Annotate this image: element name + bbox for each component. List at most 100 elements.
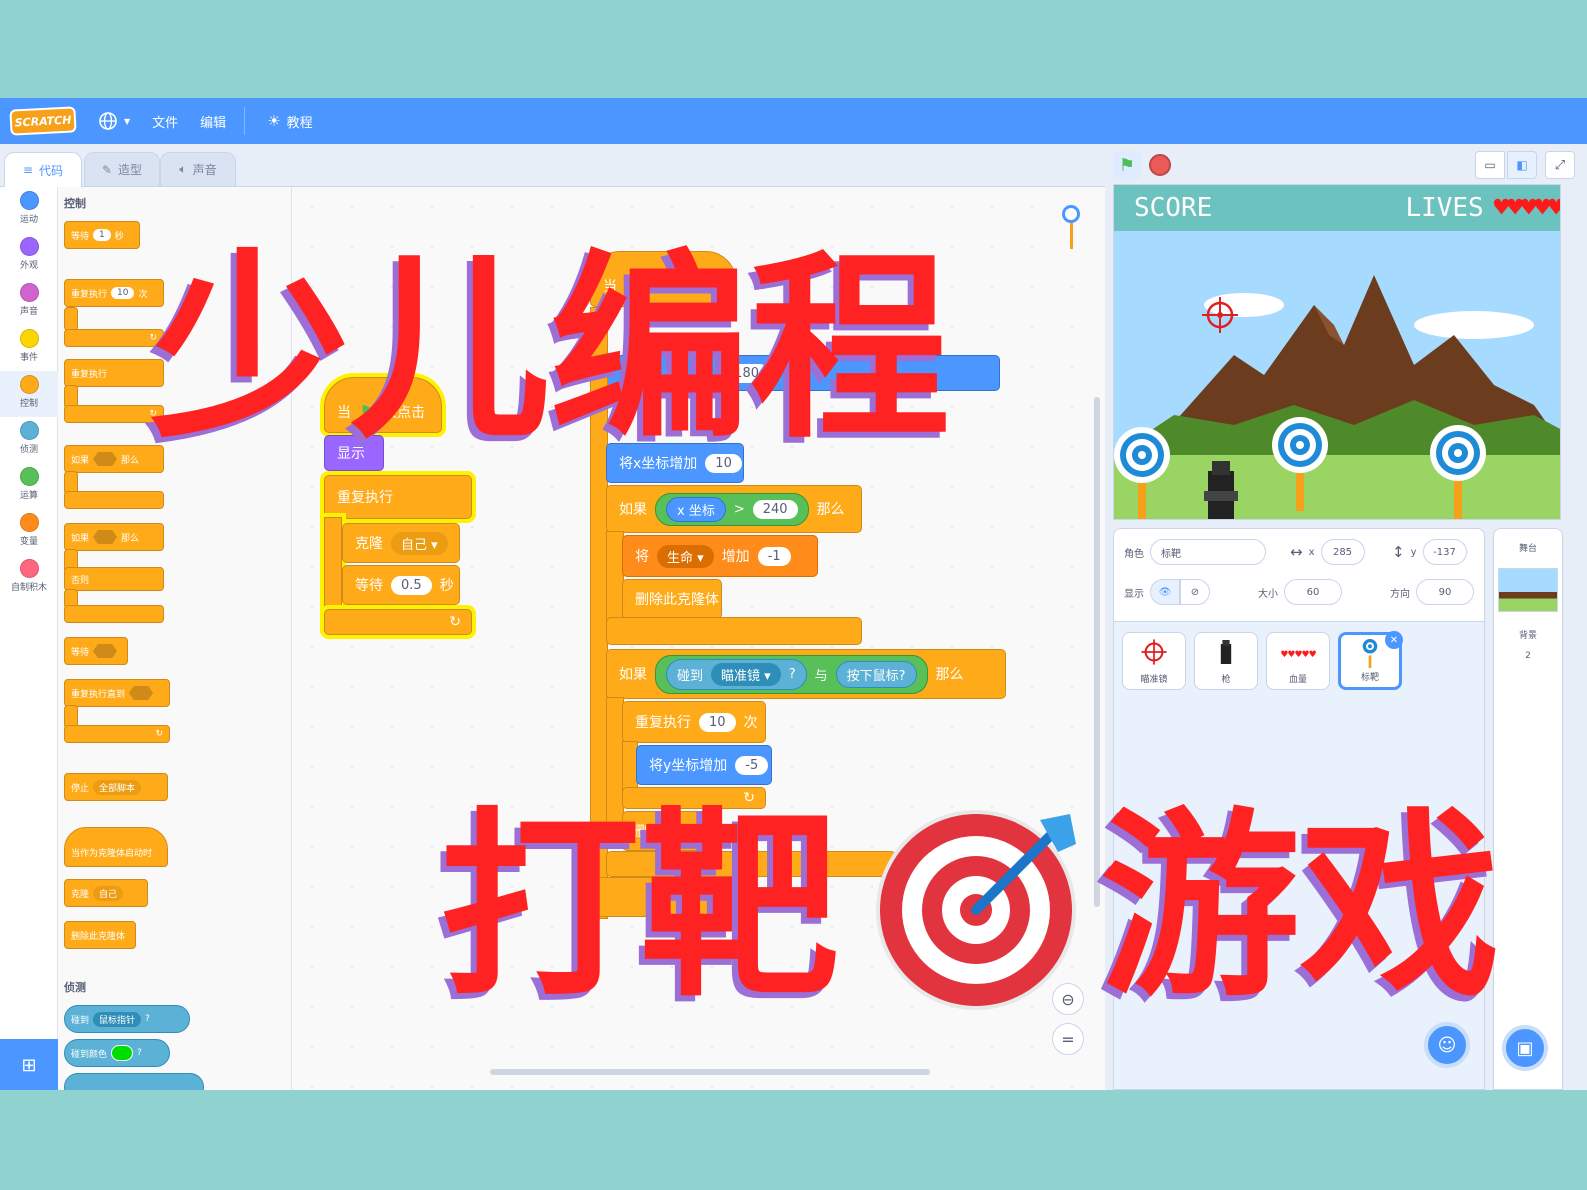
compare-input[interactable]: 240 bbox=[752, 499, 798, 519]
touching-reporter[interactable]: 碰到 瞄准镜 ▾? bbox=[666, 658, 807, 690]
stage-canvas[interactable]: SCORE LIVES ♥♥♥♥♥ bbox=[1113, 184, 1561, 520]
green-flag-button[interactable]: ⚑ bbox=[1113, 151, 1141, 179]
sprite-name-input[interactable]: 标靶 bbox=[1150, 539, 1266, 565]
change-y-input[interactable]: -5 bbox=[735, 755, 769, 775]
large-stage-button[interactable]: ◧ bbox=[1507, 151, 1537, 179]
category-sound[interactable]: 声音 bbox=[0, 279, 58, 325]
show-visible-button[interactable]: 👁︎ bbox=[1150, 579, 1180, 605]
color-swatch[interactable] bbox=[111, 1045, 134, 1061]
block-repeat[interactable]: 重复执行 10 次 bbox=[64, 279, 164, 307]
boolean-slot[interactable] bbox=[93, 530, 118, 544]
block-create-clone[interactable]: 克隆 自己 bbox=[64, 879, 148, 907]
greater-than-operator[interactable]: x 坐标 >240 bbox=[655, 492, 809, 526]
show-hidden-button[interactable]: ⊘ bbox=[1180, 579, 1210, 605]
block-stop[interactable]: 停止 全部脚本 bbox=[64, 773, 168, 801]
sprite-tile-crosshair[interactable]: 瞄准镜 bbox=[1122, 632, 1186, 690]
size-input[interactable]: 60 bbox=[1284, 579, 1342, 605]
stop-button[interactable] bbox=[1149, 154, 1171, 176]
category-control[interactable]: 控制 bbox=[0, 371, 58, 417]
block-delete-clone[interactable]: 删除此克隆体 bbox=[64, 921, 136, 949]
add-extension-button[interactable]: ⊞ bbox=[0, 1039, 58, 1090]
variable-dropdown[interactable]: 生命 ▾ bbox=[657, 544, 714, 568]
category-variables[interactable]: 变量 bbox=[0, 509, 58, 555]
if-x-block[interactable]: 如果 x 坐标 >240 那么 bbox=[606, 485, 862, 533]
sprite-tile-gun[interactable]: 枪 bbox=[1194, 632, 1258, 690]
edit-menu[interactable]: 编辑 bbox=[200, 112, 226, 131]
target-sprite[interactable] bbox=[1270, 411, 1330, 511]
when-flag-clicked-block[interactable]: 当 ⚑ 被点击 bbox=[324, 377, 442, 433]
boolean-slot[interactable] bbox=[93, 452, 118, 466]
gun-sprite[interactable] bbox=[1196, 461, 1246, 520]
tab-sounds[interactable]: 🔈︎ 声音 bbox=[160, 152, 236, 186]
add-backdrop-button[interactable]: ▣ bbox=[1502, 1025, 1548, 1071]
delete-sprite-button[interactable]: ✕ bbox=[1385, 631, 1403, 649]
touching-dropdown[interactable]: 瞄准镜 ▾ bbox=[711, 662, 781, 686]
block-input[interactable]: 1 bbox=[93, 229, 111, 241]
and-operator[interactable]: 碰到 瞄准镜 ▾? 与 按下鼠标? bbox=[655, 654, 928, 694]
target-sprite[interactable] bbox=[1113, 421, 1172, 520]
touching-dropdown[interactable]: 鼠标指针 bbox=[93, 1011, 142, 1027]
category-motion[interactable]: 运动 bbox=[0, 187, 58, 233]
direction-input[interactable]: 90 bbox=[1416, 579, 1474, 605]
clone-dropdown[interactable]: 自己 ▾ bbox=[391, 531, 448, 555]
y-input[interactable]: -137 bbox=[1422, 539, 1467, 565]
wait-input[interactable]: 0.5 bbox=[391, 575, 432, 595]
block-touching-color[interactable]: 碰到颜色? bbox=[64, 1039, 170, 1067]
target-reset-icon[interactable] bbox=[1062, 205, 1080, 249]
change-x-block[interactable]: 将x坐标增加 10 bbox=[606, 443, 744, 483]
boolean-slot[interactable] bbox=[93, 644, 118, 658]
vertical-scrollbar[interactable] bbox=[1094, 397, 1100, 907]
tab-code[interactable]: ≡ 代码 bbox=[4, 152, 82, 187]
goto-block[interactable]: 180 bbox=[590, 355, 1000, 391]
crosshair-sprite[interactable] bbox=[1200, 295, 1240, 335]
block-color-touching-color[interactable] bbox=[64, 1073, 204, 1090]
script2-hat-block[interactable]: 当 bbox=[590, 251, 736, 307]
repeat-input[interactable]: 10 bbox=[699, 712, 736, 732]
change-y-block[interactable]: 将y坐标增加 -5 bbox=[636, 745, 772, 785]
block-repeat-until[interactable]: 重复执行直到 bbox=[64, 679, 170, 707]
block-forever[interactable]: 重复执行 bbox=[64, 359, 164, 387]
category-operators[interactable]: 运算 bbox=[0, 463, 58, 509]
sprite-tile-target[interactable]: ✕ 标靶 bbox=[1338, 631, 1403, 690]
stage-selector[interactable]: 舞台 背景 2 ▣ bbox=[1493, 528, 1563, 1090]
change-x-input[interactable]: 10 bbox=[705, 453, 742, 473]
small-stage-button[interactable]: ▭ bbox=[1475, 151, 1505, 179]
zoom-reset-button[interactable]: = bbox=[1052, 1023, 1084, 1055]
category-looks[interactable]: 外观 bbox=[0, 233, 58, 279]
clone-dropdown[interactable]: 自己 bbox=[93, 885, 124, 901]
block-touching[interactable]: 碰到 鼠标指针? bbox=[64, 1005, 190, 1033]
category-my-blocks[interactable]: 自制积木 bbox=[0, 555, 58, 601]
stop-dropdown[interactable]: 全部脚本 bbox=[93, 779, 142, 795]
show-block[interactable]: 显示 bbox=[324, 435, 384, 471]
block-if[interactable]: 如果 那么 bbox=[64, 445, 164, 473]
boolean-slot[interactable] bbox=[129, 686, 154, 700]
block-input[interactable]: 10 bbox=[111, 287, 135, 299]
language-menu[interactable]: ▼ bbox=[98, 111, 130, 131]
stage-thumbnail[interactable] bbox=[1498, 568, 1558, 612]
x-position-reporter[interactable]: x 坐标 bbox=[666, 496, 726, 522]
x-input[interactable]: 285 bbox=[1320, 539, 1365, 565]
scratch-logo[interactable]: SCRATCH bbox=[9, 106, 77, 136]
create-clone-block[interactable]: 克隆 自己 ▾ bbox=[342, 523, 460, 563]
block-wait-until[interactable]: 等待 bbox=[64, 637, 128, 665]
change-variable-block[interactable]: 将 生命 ▾ 增加 -1 bbox=[622, 535, 818, 577]
forever-block[interactable]: 重复执行 bbox=[324, 475, 472, 519]
if-touching-block[interactable]: 如果 碰到 瞄准镜 ▾? 与 按下鼠标? 那么 bbox=[606, 649, 1006, 699]
tutorials-button[interactable]: ☀ 教程 bbox=[267, 112, 312, 131]
repeat-block[interactable]: 重复执行 10 次 bbox=[622, 701, 766, 743]
mouse-down-reporter[interactable]: 按下鼠标? bbox=[835, 660, 917, 688]
change-input[interactable]: -1 bbox=[757, 546, 791, 566]
goto-input[interactable]: 180 bbox=[724, 363, 769, 383]
fullscreen-button[interactable]: ⤢ bbox=[1545, 151, 1575, 179]
delete-clone-block[interactable]: 删除此克隆体 bbox=[622, 579, 722, 619]
category-events[interactable]: 事件 bbox=[0, 325, 58, 371]
file-menu[interactable]: 文件 bbox=[152, 112, 178, 131]
block-when-clone-starts[interactable]: 当作为克隆体启动时 bbox=[64, 827, 168, 867]
add-sprite-button[interactable]: ☺ bbox=[1424, 1022, 1470, 1068]
block-wait[interactable]: 等待 1 秒 bbox=[64, 221, 140, 249]
block-if-else[interactable]: 如果 那么 bbox=[64, 523, 164, 551]
horizontal-scrollbar[interactable] bbox=[490, 1069, 930, 1075]
category-sensing[interactable]: 侦测 bbox=[0, 417, 58, 463]
delete-clone-block-2[interactable]: 删除此 bbox=[622, 811, 722, 851]
wait-block[interactable]: 等待 0.5 秒 bbox=[342, 565, 460, 605]
